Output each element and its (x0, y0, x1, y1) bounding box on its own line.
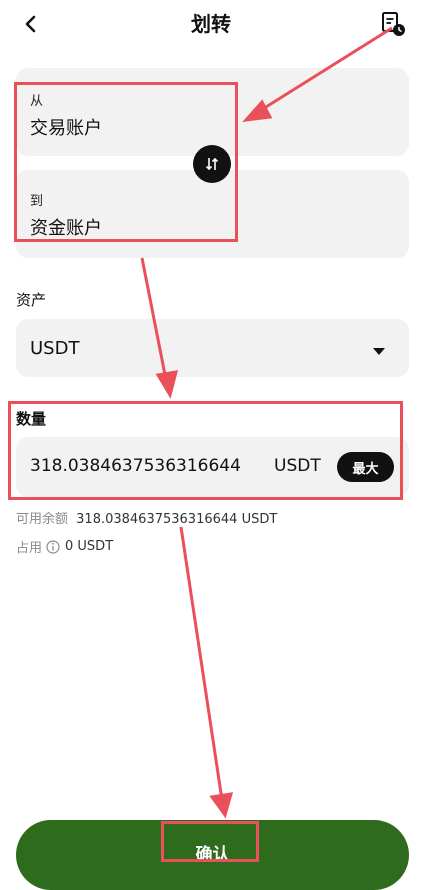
annotation-arrow-confirm (179, 526, 224, 801)
annotation-arrow-history (257, 26, 393, 114)
annotation-arrow-amount (140, 257, 168, 381)
annotation-arrowhead-history (242, 99, 273, 122)
annotation-arrows (140, 26, 393, 819)
annotation-arrowhead-amount (155, 370, 179, 399)
annotation-arrowhead-confirm (209, 792, 234, 819)
